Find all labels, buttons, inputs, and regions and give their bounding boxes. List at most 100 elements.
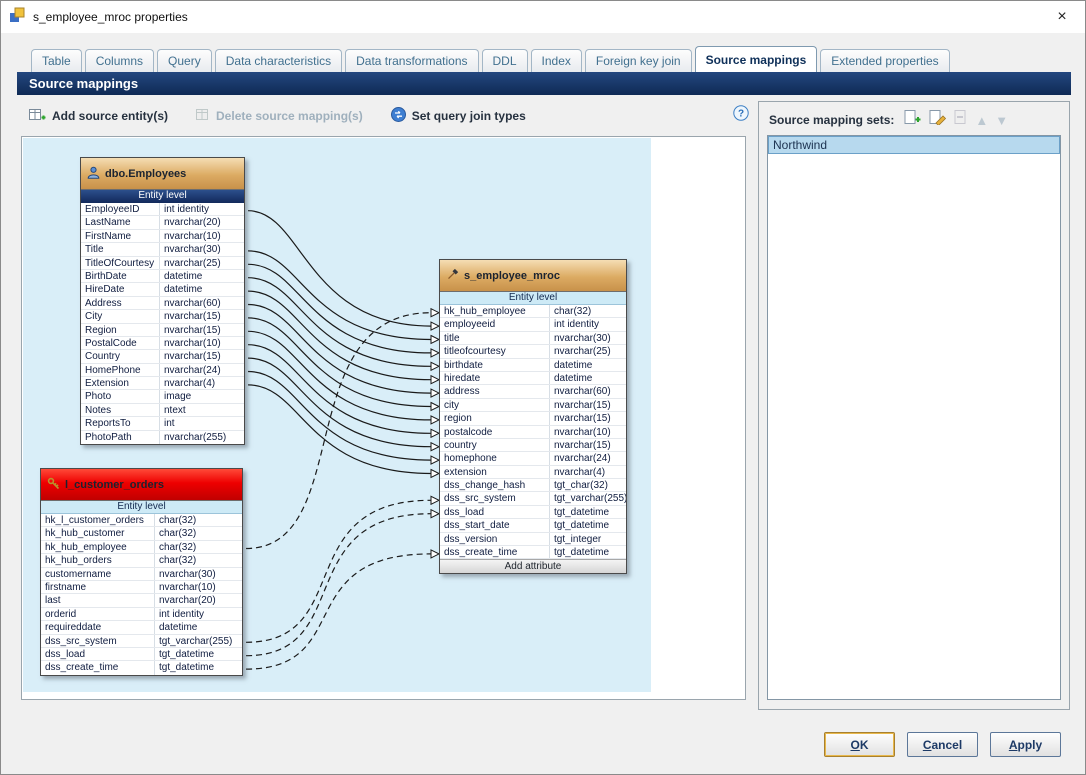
entity-column-row[interactable]: hk_hub_orderschar(32) <box>41 554 242 567</box>
column-name: title <box>440 332 550 344</box>
column-type: nvarchar(25) <box>160 257 244 269</box>
entity-column-row[interactable]: Titlenvarchar(30) <box>81 243 244 256</box>
entity-column-row[interactable]: PostalCodenvarchar(10) <box>81 337 244 350</box>
entity-s-employee-mroc[interactable]: s_employee_mrocEntity levelhk_hub_employ… <box>439 259 627 574</box>
entity-column-row[interactable]: HireDatedatetime <box>81 283 244 296</box>
entity-column-row[interactable]: dss_versiontgt_integer <box>440 533 626 546</box>
entity-column-row[interactable]: addressnvarchar(60) <box>440 385 626 398</box>
entity-column-row[interactable]: Countrynvarchar(15) <box>81 350 244 363</box>
tab-index[interactable]: Index <box>531 49 582 73</box>
mapping-line[interactable] <box>248 385 431 474</box>
entity-column-row[interactable]: LastNamenvarchar(20) <box>81 216 244 229</box>
entity-l-customer-orders[interactable]: l_customer_ordersEntity levelhk_l_custom… <box>40 468 243 676</box>
entity-column-row[interactable]: dss_create_timetgt_datetime <box>440 546 626 559</box>
source-mapping-set-list[interactable]: Northwind <box>767 135 1061 700</box>
help-icon[interactable]: ? <box>733 105 749 126</box>
mapping-line[interactable] <box>248 358 431 447</box>
entity-column-row[interactable]: Extensionnvarchar(4) <box>81 377 244 390</box>
tab-foreign-key-join[interactable]: Foreign key join <box>585 49 692 73</box>
apply-button[interactable]: Apply <box>990 732 1061 757</box>
entity-column-row[interactable]: FirstNamenvarchar(10) <box>81 230 244 243</box>
tab-data-characteristics[interactable]: Data characteristics <box>215 49 342 73</box>
tab-ddl[interactable]: DDL <box>482 49 528 73</box>
entity-column-row[interactable]: dss_loadtgt_datetime <box>440 506 626 519</box>
entity-column-row[interactable]: regionnvarchar(15) <box>440 412 626 425</box>
entity-column-row[interactable]: ReportsToint <box>81 417 244 430</box>
entity-column-row[interactable]: dss_src_systemtgt_varchar(255) <box>440 492 626 505</box>
entity-column-row[interactable]: Citynvarchar(15) <box>81 310 244 323</box>
entity-column-row[interactable]: Notesntext <box>81 404 244 417</box>
tab-query[interactable]: Query <box>157 49 212 73</box>
mapping-line[interactable] <box>248 331 431 420</box>
entity-column-row[interactable]: extensionnvarchar(4) <box>440 466 626 479</box>
entity-column-row[interactable]: Regionnvarchar(15) <box>81 324 244 337</box>
entity-column-row[interactable]: EmployeeIDint identity <box>81 203 244 216</box>
mapping-line[interactable] <box>248 372 431 461</box>
column-type: char(32) <box>155 514 242 526</box>
mapping-line[interactable] <box>246 313 431 549</box>
mapping-line[interactable] <box>248 211 431 326</box>
entity-column-row[interactable]: requireddatedatetime <box>41 621 242 634</box>
tab-extended-properties[interactable]: Extended properties <box>820 49 949 73</box>
entity-column-row[interactable]: titleofcourtesynvarchar(25) <box>440 345 626 358</box>
entity-column-row[interactable]: firstnamenvarchar(10) <box>41 581 242 594</box>
entity-column-row[interactable]: dss_src_systemtgt_varchar(255) <box>41 635 242 648</box>
close-icon[interactable]: × <box>1047 4 1077 30</box>
entity-column-row[interactable]: postalcodenvarchar(10) <box>440 426 626 439</box>
mapping-arrowhead <box>431 362 439 370</box>
add-attribute-button[interactable]: Add attribute <box>440 559 626 573</box>
entity-column-row[interactable]: dss_start_datetgt_datetime <box>440 519 626 532</box>
source-mapping-set-item[interactable]: Northwind <box>768 136 1060 154</box>
column-type: tgt_datetime <box>155 648 242 660</box>
add-set-icon[interactable] <box>904 110 922 130</box>
entity-header[interactable]: dbo.Employees <box>81 158 244 190</box>
entity-column-row[interactable]: Addressnvarchar(60) <box>81 297 244 310</box>
entity-column-row[interactable]: PhotoPathnvarchar(255) <box>81 431 244 444</box>
column-type: nvarchar(20) <box>160 216 244 228</box>
ok-button[interactable]: OK <box>824 732 895 757</box>
entity-column-row[interactable]: TitleOfCourtesynvarchar(25) <box>81 257 244 270</box>
entity-column-row[interactable]: dss_loadtgt_datetime <box>41 648 242 661</box>
column-type: datetime <box>550 359 626 371</box>
column-name: firstname <box>41 581 155 593</box>
entity-column-row[interactable]: hk_l_customer_orderschar(32) <box>41 514 242 527</box>
entity-column-row[interactable]: customernamenvarchar(30) <box>41 568 242 581</box>
entity-column-row[interactable]: birthdatedatetime <box>440 359 626 372</box>
rename-set-icon[interactable] <box>929 110 947 130</box>
entity-column-row[interactable]: hiredatedatetime <box>440 372 626 385</box>
entity-dbo-employees[interactable]: dbo.EmployeesEntity levelEmployeeIDint i… <box>80 157 245 445</box>
entity-column-row[interactable]: hk_hub_employeechar(32) <box>440 305 626 318</box>
column-name: dss_start_date <box>440 519 550 531</box>
entity-column-row[interactable]: dss_create_timetgt_datetime <box>41 661 242 674</box>
entity-column-row[interactable]: hk_hub_employeechar(32) <box>41 541 242 554</box>
entity-column-row[interactable]: dss_change_hashtgt_char(32) <box>440 479 626 492</box>
tab-data-transformations[interactable]: Data transformations <box>345 49 478 73</box>
entity-header[interactable]: l_customer_orders <box>41 469 242 501</box>
entity-column-row[interactable]: countrynvarchar(15) <box>440 439 626 452</box>
entity-column-row[interactable]: citynvarchar(15) <box>440 399 626 412</box>
entity-column-row[interactable]: HomePhonenvarchar(24) <box>81 364 244 377</box>
tab-columns[interactable]: Columns <box>85 49 154 73</box>
entity-column-row[interactable]: homephonenvarchar(24) <box>440 452 626 465</box>
mapping-line[interactable] <box>246 554 431 669</box>
column-name: dss_create_time <box>440 546 550 558</box>
entity-column-row[interactable]: BirthDatedatetime <box>81 270 244 283</box>
set-query-join-types-button[interactable]: Set query join types <box>391 107 526 125</box>
add-source-entity-button[interactable]: Add source entity(s) <box>29 108 168 125</box>
entity-column-row[interactable]: lastnvarchar(20) <box>41 594 242 607</box>
column-type: tgt_integer <box>550 533 626 545</box>
cancel-button[interactable]: Cancel <box>907 732 978 757</box>
mapping-line[interactable] <box>246 514 431 656</box>
column-type: nvarchar(30) <box>160 243 244 255</box>
tab-table[interactable]: Table <box>31 49 82 73</box>
entity-header[interactable]: s_employee_mroc <box>440 260 626 292</box>
entity-column-row[interactable]: orderidint identity <box>41 608 242 621</box>
mapping-arrowhead <box>431 389 439 397</box>
entity-column-row[interactable]: hk_hub_customerchar(32) <box>41 527 242 540</box>
mapping-line[interactable] <box>246 500 431 642</box>
entity-column-row[interactable]: employeeidint identity <box>440 318 626 331</box>
entity-column-row[interactable]: Photoimage <box>81 390 244 403</box>
tab-source-mappings[interactable]: Source mappings <box>695 46 818 73</box>
mapping-line[interactable] <box>248 345 431 434</box>
entity-column-row[interactable]: titlenvarchar(30) <box>440 332 626 345</box>
